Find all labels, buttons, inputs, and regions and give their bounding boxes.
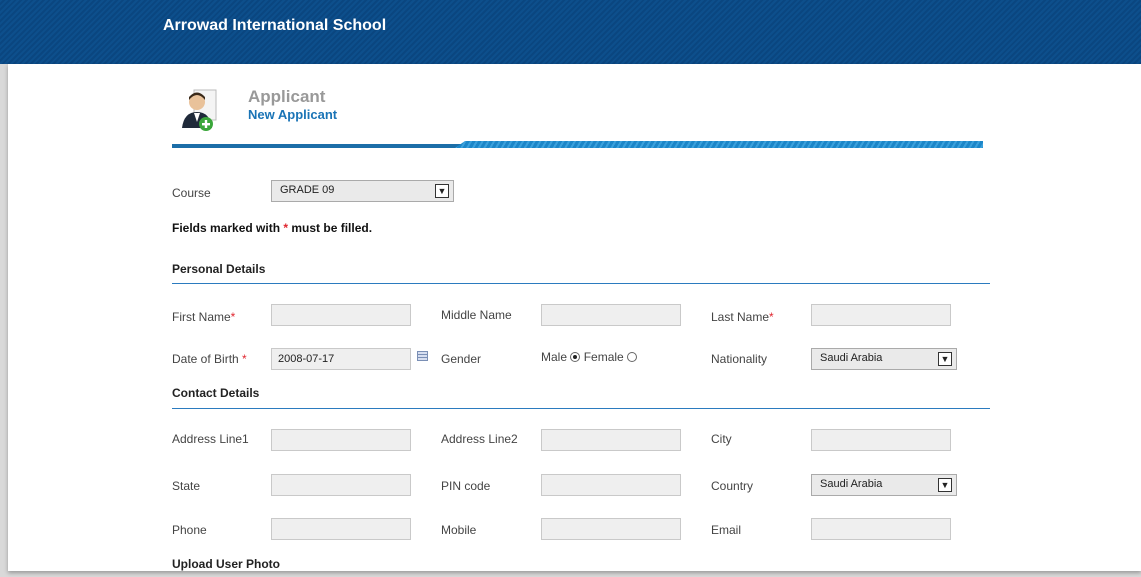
nationality-select-value: Saudi Arabia <box>820 352 883 364</box>
city-label: City <box>711 432 732 446</box>
nationality-select[interactable]: Saudi Arabia ▼ <box>811 348 957 370</box>
address1-input[interactable] <box>271 429 411 451</box>
dob-input[interactable] <box>271 348 411 370</box>
mobile-input[interactable] <box>541 518 681 540</box>
chevron-down-icon[interactable]: ▼ <box>938 478 952 492</box>
course-select[interactable]: GRADE 09 ▼ <box>271 180 454 202</box>
address1-label: Address Line1 <box>172 432 249 446</box>
calendar-icon[interactable] <box>417 351 428 361</box>
mobile-label: Mobile <box>441 523 477 537</box>
gender-female-label: Female <box>583 350 624 364</box>
required-star: * <box>230 310 236 324</box>
middle-name-label: Middle Name <box>441 308 512 322</box>
header-rule <box>172 144 462 148</box>
user-add-icon <box>182 89 217 131</box>
state-label: State <box>172 479 201 493</box>
top-bar: Arrowad International School <box>0 0 1141 64</box>
required-star: * <box>769 310 774 324</box>
phone-input[interactable] <box>271 518 411 540</box>
dob-label: Date of Birth * <box>172 352 247 366</box>
gender-options: Male Female <box>541 350 638 364</box>
state-input[interactable] <box>271 474 411 496</box>
city-input[interactable] <box>811 429 951 451</box>
contact-details-heading: Contact Details <box>172 386 260 400</box>
required-star: * <box>242 352 247 366</box>
first-name-label: First Name* <box>172 310 235 324</box>
gender-male-label: Male <box>541 350 568 364</box>
country-label: Country <box>711 479 754 493</box>
email-label: Email <box>711 523 742 537</box>
first-name-input[interactable] <box>271 304 411 326</box>
contact-details-rule <box>172 408 990 409</box>
required-note: Fields marked with * must be filled. <box>172 221 372 235</box>
chevron-down-icon[interactable]: ▼ <box>435 184 449 198</box>
personal-details-heading: Personal Details <box>172 262 266 276</box>
last-name-input[interactable] <box>811 304 951 326</box>
dob-label-text: Date of Birth <box>172 352 243 366</box>
first-name-label-text: First Name <box>172 310 231 324</box>
address2-input[interactable] <box>541 429 681 451</box>
last-name-label: Last Name* <box>711 310 774 324</box>
page-title: Applicant <box>248 87 326 106</box>
country-select[interactable]: Saudi Arabia ▼ <box>811 474 957 496</box>
nationality-label: Nationality <box>711 352 768 366</box>
required-note-suffix: must be filled. <box>288 221 373 235</box>
middle-name-input[interactable] <box>541 304 681 326</box>
gender-male-radio[interactable] <box>570 352 581 362</box>
phone-label: Phone <box>172 523 207 537</box>
country-select-value: Saudi Arabia <box>820 478 883 490</box>
chevron-down-icon[interactable]: ▼ <box>938 352 952 366</box>
address2-label: Address Line2 <box>441 432 518 446</box>
upload-photo-heading: Upload User Photo <box>172 557 281 571</box>
email-input[interactable] <box>811 518 951 540</box>
pin-label: PIN code <box>441 479 491 493</box>
gender-female-radio[interactable] <box>627 352 638 362</box>
last-name-label-text: Last Name <box>711 310 770 324</box>
header-rule-accent <box>455 141 983 148</box>
school-name: Arrowad International School <box>163 17 387 34</box>
course-select-value: GRADE 09 <box>280 184 335 196</box>
gender-label: Gender <box>441 352 482 366</box>
page-subtitle: New Applicant <box>248 107 338 122</box>
required-note-prefix: Fields marked with <box>172 221 284 235</box>
course-label: Course <box>172 186 211 200</box>
pin-input[interactable] <box>541 474 681 496</box>
personal-details-rule <box>172 283 990 284</box>
